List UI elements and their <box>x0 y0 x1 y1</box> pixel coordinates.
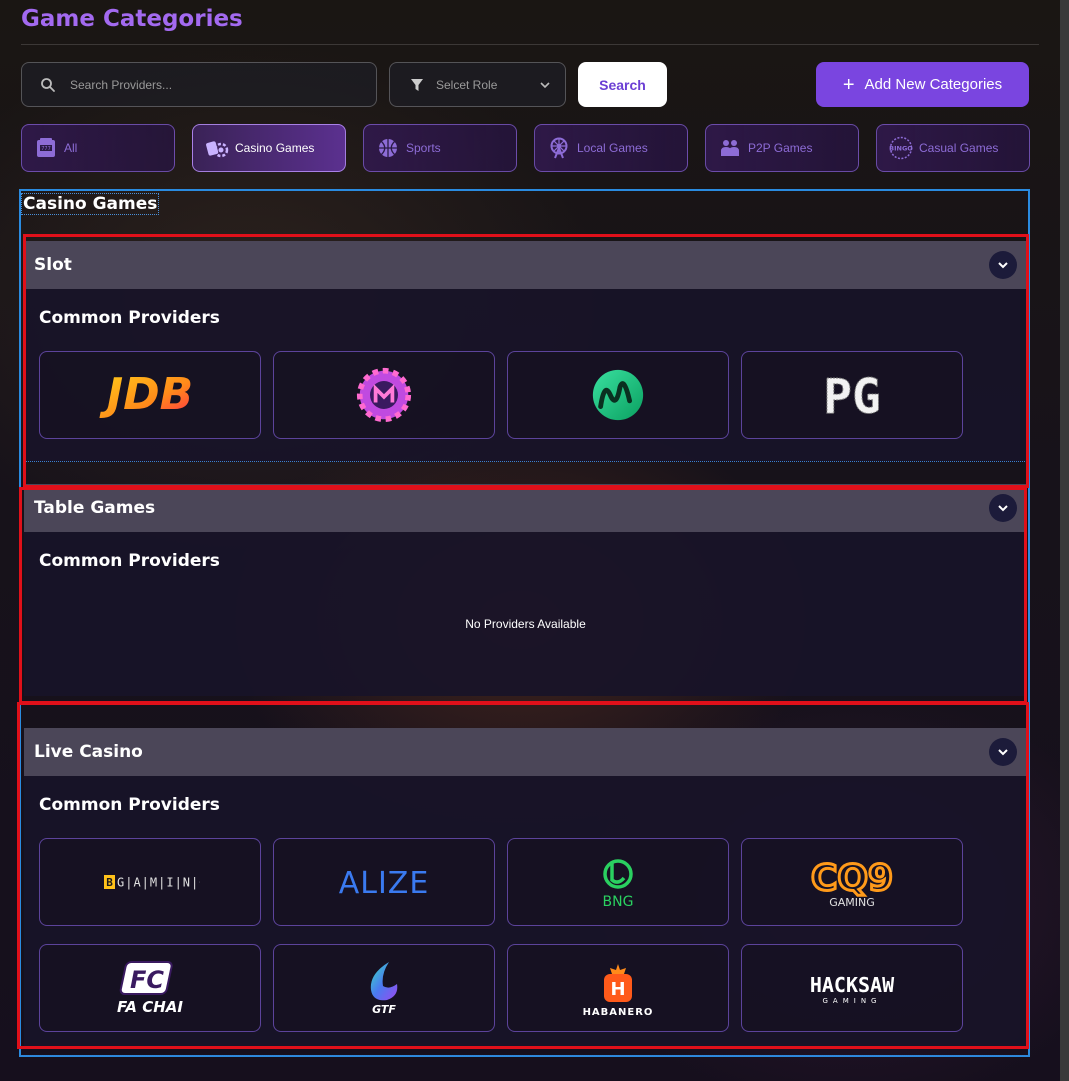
search-icon <box>41 77 55 92</box>
tab-p2p-games[interactable]: P2P Games <box>705 124 859 172</box>
search-box[interactable] <box>21 62 377 107</box>
section-divider <box>24 461 1027 462</box>
tab-label: Casino Games <box>235 141 315 155</box>
tab-label: Sports <box>406 141 441 155</box>
bingo-icon: BINGO <box>889 136 913 160</box>
habanero-logo: H HABANERO <box>583 964 654 1016</box>
plus-icon: + <box>842 73 855 96</box>
collapse-toggle[interactable] <box>989 251 1017 279</box>
collapse-toggle[interactable] <box>989 738 1017 766</box>
section-table-games: Table Games Common Providers No Provider… <box>24 484 1027 696</box>
provider-card-fa-chai[interactable]: FC FA CHAI <box>39 944 261 1032</box>
tab-sports[interactable]: Sports <box>363 124 517 172</box>
gtf-logo: GTF <box>370 962 398 1016</box>
provider-card-pg[interactable]: PG <box>741 351 963 439</box>
provider-card-jdb[interactable]: JDB <box>39 351 261 439</box>
players-icon <box>721 140 739 156</box>
section-title: Slot <box>34 255 72 275</box>
section-header[interactable]: Table Games <box>24 484 1027 532</box>
title-divider <box>21 44 1039 45</box>
chevron-down-icon <box>998 505 1008 512</box>
svg-text:B: B <box>106 876 113 889</box>
add-new-categories-button[interactable]: + Add New Categories <box>816 62 1029 107</box>
microgaming-logo <box>592 369 644 421</box>
svg-text:H: H <box>610 979 625 1000</box>
basketball-icon <box>379 139 397 157</box>
tab-label: All <box>64 141 78 155</box>
alize-logo: ALIZE <box>339 866 430 900</box>
tab-label: P2P Games <box>748 141 813 155</box>
ferris-wheel-icon <box>550 137 568 159</box>
poker-chip-logo <box>356 367 412 423</box>
svg-text:GAMING: GAMING <box>829 896 875 909</box>
svg-text:HABANERO: HABANERO <box>583 1007 654 1016</box>
provider-card-microgaming[interactable] <box>507 351 729 439</box>
svg-text:G|A|M|I|N|G|: G|A|M|I|N|G| <box>117 876 200 890</box>
casino-chips-icon <box>206 141 229 158</box>
jdb-logo: JDB <box>99 369 193 420</box>
svg-text:ALIZE: ALIZE <box>339 866 430 900</box>
filter-icon <box>411 78 423 91</box>
svg-text:GAMING: GAMING <box>823 997 882 1005</box>
chevron-down-icon <box>998 749 1008 756</box>
bng-logo: BNG <box>603 859 634 910</box>
casino-games-heading: Casino Games <box>21 193 160 215</box>
svg-text:FA CHAI: FA CHAI <box>117 998 183 1016</box>
svg-text:HACKSAW: HACKSAW <box>810 973 895 997</box>
role-select-value: Selcet Role <box>436 77 498 92</box>
svg-text:BINGO: BINGO <box>889 145 913 153</box>
common-providers-label: Common Providers <box>39 795 220 815</box>
svg-text:PG: PG <box>823 370 881 420</box>
search-button[interactable]: Search <box>578 62 667 107</box>
tab-label: Local Games <box>577 141 648 155</box>
hacksaw-logo: HACKSAW GAMING <box>810 973 895 1005</box>
tab-casual-games[interactable]: BINGO Casual Games <box>876 124 1030 172</box>
provider-card-gtf[interactable]: GTF <box>273 944 495 1032</box>
section-header[interactable]: Slot <box>24 241 1027 289</box>
svg-text:GTF: GTF <box>372 1003 396 1016</box>
common-providers-label: Common Providers <box>39 551 220 571</box>
bgaming-logo: B G|A|M|I|N|G| <box>104 875 200 890</box>
tab-local-games[interactable]: Local Games <box>534 124 688 172</box>
tab-all[interactable]: 777 All <box>21 124 175 172</box>
provider-card-alize[interactable]: ALIZE <box>273 838 495 926</box>
section-divider <box>21 1055 1028 1056</box>
fa-chai-logo: FC FA CHAI <box>117 961 183 1016</box>
add-new-categories-label: Add New Categories <box>864 76 1003 93</box>
window-edge <box>1060 0 1069 1081</box>
svg-text:BNG: BNG <box>603 894 634 910</box>
cq9-logo: CQ9 GAMING <box>809 857 894 910</box>
section-slot: Slot Common Providers JDB PG <box>24 241 1027 461</box>
section-live-casino: Live Casino Common Providers B G|A|M|I|N… <box>24 728 1027 1046</box>
tab-casino-games[interactable]: Casino Games <box>192 124 346 172</box>
page-title: Game Categories <box>21 6 243 32</box>
svg-text:JDB: JDB <box>99 369 193 420</box>
svg-text:FC: FC <box>130 966 164 994</box>
svg-text:CQ9: CQ9 <box>811 858 893 899</box>
provider-card-habanero[interactable]: H HABANERO <box>507 944 729 1032</box>
provider-card-bng[interactable]: BNG <box>507 838 729 926</box>
tab-label: Casual Games <box>919 141 999 155</box>
common-providers-label: Common Providers <box>39 308 220 328</box>
no-providers-message: No Providers Available <box>465 617 586 631</box>
search-input[interactable] <box>70 77 350 92</box>
provider-card-cq9[interactable]: CQ9 GAMING <box>741 838 963 926</box>
provider-card-bgaming[interactable]: B G|A|M|I|N|G| <box>39 838 261 926</box>
provider-card-hacksaw[interactable]: HACKSAW GAMING <box>741 944 963 1032</box>
section-title: Live Casino <box>34 742 143 762</box>
collapse-toggle[interactable] <box>989 494 1017 522</box>
chevron-down-icon <box>998 262 1008 269</box>
section-title: Table Games <box>34 498 156 518</box>
section-header[interactable]: Live Casino <box>24 728 1027 776</box>
chevron-down-icon <box>540 81 550 88</box>
role-select[interactable]: Selcet Role <box>389 62 566 107</box>
category-tabs: 777 All Casino Games Sports Local Games … <box>21 124 1031 172</box>
svg-text:777: 777 <box>41 146 51 152</box>
slot-machine-icon: 777 <box>37 138 55 157</box>
provider-card-chip[interactable] <box>273 351 495 439</box>
pg-logo: PG <box>823 370 882 420</box>
